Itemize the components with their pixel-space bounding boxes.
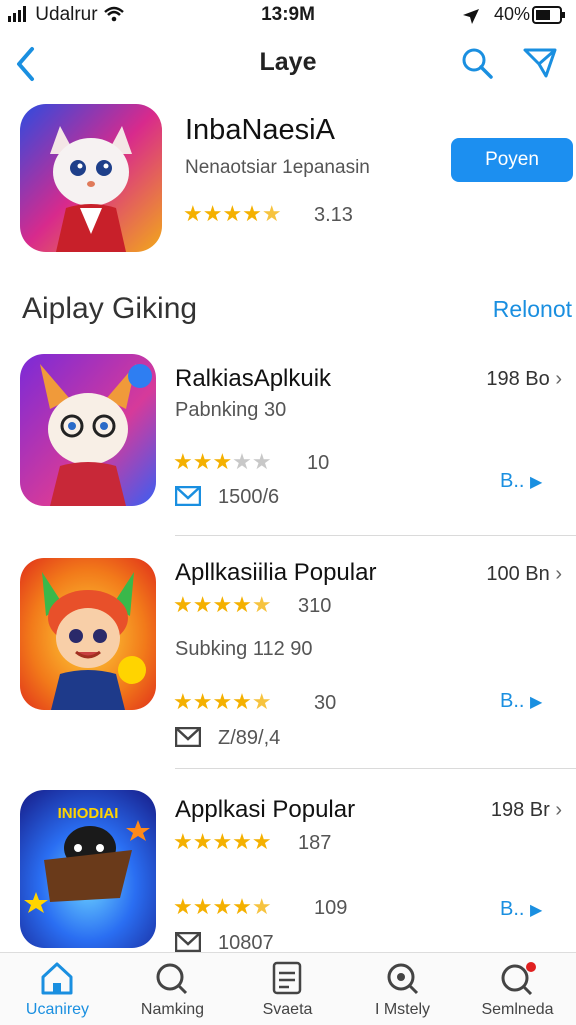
- status-time: 13:9M: [261, 4, 315, 25]
- app-title[interactable]: RalkiasAplkuik: [175, 365, 331, 393]
- tab-today[interactable]: Ucanirey: [0, 953, 115, 1025]
- search-badge-icon: [387, 963, 419, 995]
- app-action-button[interactable]: B.. ▶: [500, 898, 542, 921]
- app-meta: 1500/6: [218, 486, 280, 508]
- tab-games[interactable]: Svaeta: [230, 953, 345, 1025]
- divider: [175, 768, 576, 769]
- search-icon: [156, 963, 188, 995]
- app-icon[interactable]: INIODIAI: [20, 790, 156, 948]
- tab-history[interactable]: I Mstely: [345, 953, 460, 1025]
- battery-percent: 40%: [493, 4, 530, 24]
- app-title[interactable]: Apllkasiilia Popular: [175, 559, 376, 587]
- app-action-button[interactable]: B.. ▶: [500, 690, 542, 713]
- app-icon[interactable]: [20, 354, 156, 506]
- app-subtitle: Subking 112 90: [175, 638, 313, 660]
- app-icon[interactable]: [20, 558, 156, 710]
- app-size: 198 Bo ›: [486, 368, 562, 390]
- app-size: 198 Br ›: [490, 799, 562, 821]
- featured-app-subtitle: Nenaotsiar 1epanasin: [185, 157, 370, 178]
- app-title[interactable]: Applkasi Popular: [175, 796, 355, 824]
- section-title: Aiplay Giking: [22, 292, 198, 325]
- app-rating-count: 30: [314, 692, 337, 714]
- battery-icon: [532, 6, 565, 24]
- app-rating-stars: ★★★★★: [173, 894, 272, 919]
- tab-label: Namking: [140, 1001, 205, 1018]
- tab-search[interactable]: Semlneda: [460, 953, 575, 1025]
- tab-label: I Mstely: [374, 1001, 431, 1018]
- mail-icon: [175, 727, 201, 747]
- see-all-link[interactable]: Relonot: [493, 296, 572, 323]
- app-rating-stars: ★★★★★: [173, 449, 272, 474]
- share-icon[interactable]: [522, 46, 558, 80]
- app-rating-count-top: 310: [298, 595, 332, 617]
- app-meta: Z/89/,4: [218, 727, 281, 749]
- app-rating-stars-top: ★★★★★: [173, 592, 272, 617]
- featured-rating-count: 3.13: [314, 204, 353, 226]
- app-size: 100 Bn ›: [486, 563, 562, 585]
- app-rating-count: 10: [307, 452, 330, 474]
- featured-app-title[interactable]: InbaNaesiA: [185, 114, 335, 147]
- mail-icon: [175, 932, 201, 952]
- app-rating-stars: ★★★★★: [173, 689, 272, 714]
- app-rating-count-top: 187: [298, 832, 332, 854]
- tab-ranking[interactable]: Namking: [115, 953, 230, 1025]
- tab-label: Svaeta: [262, 1001, 313, 1018]
- divider: [175, 535, 576, 536]
- app-subtitle: Pabnking 30: [175, 399, 287, 421]
- status-bar: Udalrur 13:9M 40%: [0, 0, 576, 32]
- app-icon-logo-text: INIODIAI: [58, 805, 119, 822]
- list-icon: [272, 961, 302, 995]
- location-icon: [463, 9, 479, 24]
- app-action-button[interactable]: B.. ▶: [500, 470, 542, 493]
- tab-bar: Ucanirey Namking Svaeta I Mstely Semlned…: [0, 952, 576, 1025]
- featured-rating-stars: ★★★★★: [183, 201, 282, 226]
- search-icon[interactable]: [460, 46, 494, 80]
- get-button[interactable]: Poyen: [451, 138, 573, 182]
- home-icon: [41, 962, 73, 995]
- mail-icon: [175, 486, 201, 506]
- notification-search-icon: [501, 962, 536, 995]
- tab-label: Semlneda: [481, 1001, 554, 1018]
- tab-label: Ucanirey: [25, 1001, 90, 1018]
- featured-app-icon[interactable]: [20, 104, 162, 252]
- app-rating-count: 109: [314, 897, 348, 919]
- app-rating-stars-top: ★★★★★: [173, 829, 272, 854]
